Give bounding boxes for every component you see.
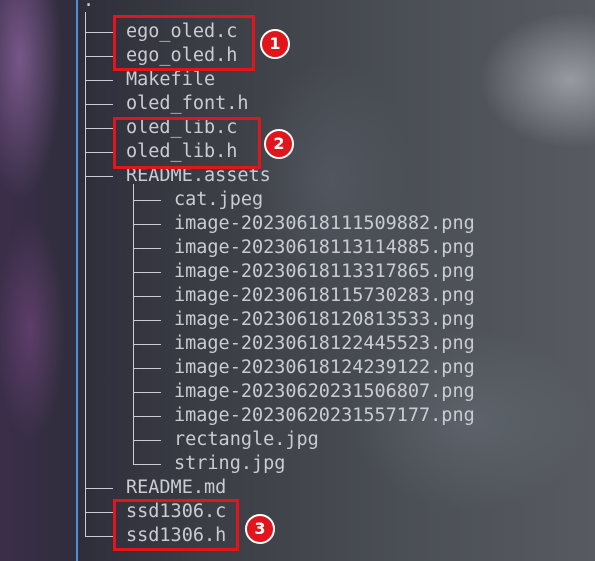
annotation-badge-3: 3	[245, 514, 275, 544]
tree-entry-file: image-20230618113317865.png	[80, 260, 475, 284]
tree-entry-file: README.md	[80, 476, 226, 500]
file-name: cat.jpeg	[174, 189, 264, 210]
file-name: image-20230618111509882.png	[174, 213, 475, 234]
highlight-box-2	[113, 117, 261, 169]
tree-entry-file: image-20230620231506807.png	[80, 380, 475, 404]
tree-root: .	[83, 0, 95, 11]
tree-entry-file: image-20230618122445523.png	[80, 332, 475, 356]
file-name: oled_font.h	[126, 93, 249, 114]
file-name: image-20230620231557177.png	[174, 405, 475, 426]
tree-entry-file: cat.jpeg	[80, 184, 263, 212]
file-name: Makefile	[126, 69, 216, 90]
pane-border-line	[76, 0, 78, 561]
tree-entry-file: image-20230620231557177.png	[80, 404, 475, 428]
file-name: string.jpg	[174, 453, 286, 474]
tree-entry-file: Makefile	[80, 68, 215, 92]
tree-entry-file: oled_font.h	[80, 92, 249, 116]
file-name: image-20230618113317865.png	[174, 261, 475, 282]
tree-entry-file: image-20230618115730283.png	[80, 284, 475, 308]
tree-entry-file: rectangle.jpg	[80, 428, 319, 452]
file-name: image-20230618115730283.png	[174, 285, 475, 306]
tree-entry-file: image-20230618124239122.png	[80, 356, 475, 380]
annotation-badge-2: 2	[264, 129, 294, 159]
tree-entry-file: image-20230618111509882.png	[80, 212, 475, 236]
tree-entry-file: image-20230618120813533.png	[80, 308, 475, 332]
tree-entry-file: string.jpg	[80, 452, 285, 476]
highlight-box-3	[113, 499, 239, 551]
tree-entry-file: image-20230618113114885.png	[80, 236, 475, 260]
file-name: image-20230618122445523.png	[174, 333, 475, 354]
file-name: image-20230618113114885.png	[174, 237, 475, 258]
file-tree-output: . ego_oled.c ego_oled.h Makefile oled_fo…	[80, 0, 595, 561]
file-name: image-20230620231506807.png	[174, 381, 475, 402]
file-name: README.md	[126, 477, 227, 498]
highlight-box-1	[113, 15, 255, 71]
annotation-badge-1: 1	[260, 29, 290, 59]
file-name: image-20230618124239122.png	[174, 357, 475, 378]
file-name: rectangle.jpg	[174, 429, 319, 450]
file-name: image-20230618120813533.png	[174, 309, 475, 330]
